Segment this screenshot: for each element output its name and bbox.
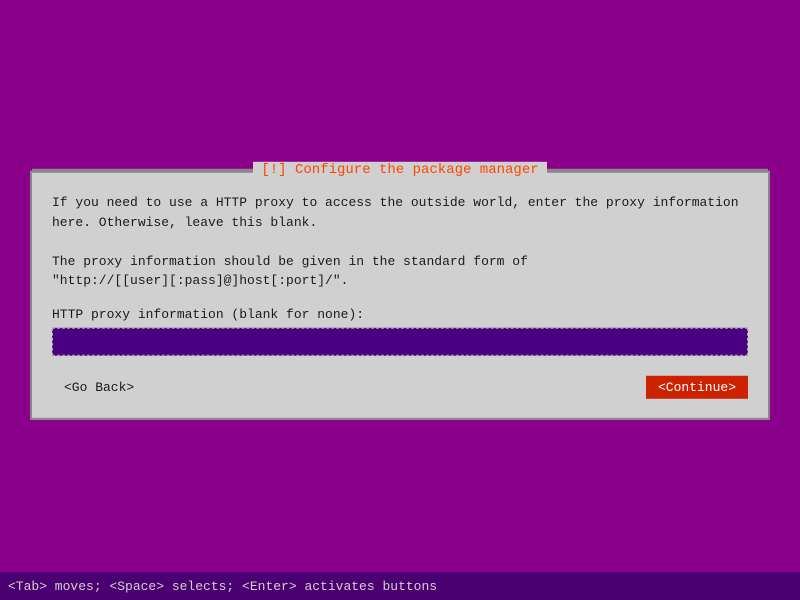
statusbar: <Tab> moves; <Space> selects; <Enter> ac… <box>0 572 800 600</box>
title-line-left <box>32 169 253 171</box>
title-line-right <box>547 169 768 171</box>
dialog-title: [!] Configure the package manager <box>253 162 546 178</box>
description-block: If you need to use a HTTP proxy to acces… <box>52 193 748 291</box>
desktop: [!] Configure the package manager If you… <box>0 0 800 600</box>
statusbar-text: <Tab> moves; <Space> selects; <Enter> ac… <box>8 579 437 594</box>
dialog-content: If you need to use a HTTP proxy to acces… <box>32 173 768 418</box>
desc-line4: The proxy information should be given in… <box>52 251 748 271</box>
desc-line1: If you need to use a HTTP proxy to acces… <box>52 193 748 213</box>
dialog-wrapper: [!] Configure the package manager If you… <box>30 171 770 420</box>
buttons-row: <Go Back> <Continue> <box>52 371 748 402</box>
proxy-input-container[interactable] <box>52 327 748 355</box>
desc-line2: here. Otherwise, leave this blank. <box>52 212 748 232</box>
proxy-input[interactable] <box>59 332 741 350</box>
continue-button[interactable]: <Continue> <box>646 375 748 398</box>
desc-line5: "http://[[user][:pass]@]host[:port]/". <box>52 271 748 291</box>
proxy-label: HTTP proxy information (blank for none): <box>52 306 748 321</box>
go-back-button[interactable]: <Go Back> <box>52 375 146 398</box>
configure-package-manager-dialog: [!] Configure the package manager If you… <box>30 171 770 420</box>
dialog-title-bar: [!] Configure the package manager <box>32 162 768 178</box>
